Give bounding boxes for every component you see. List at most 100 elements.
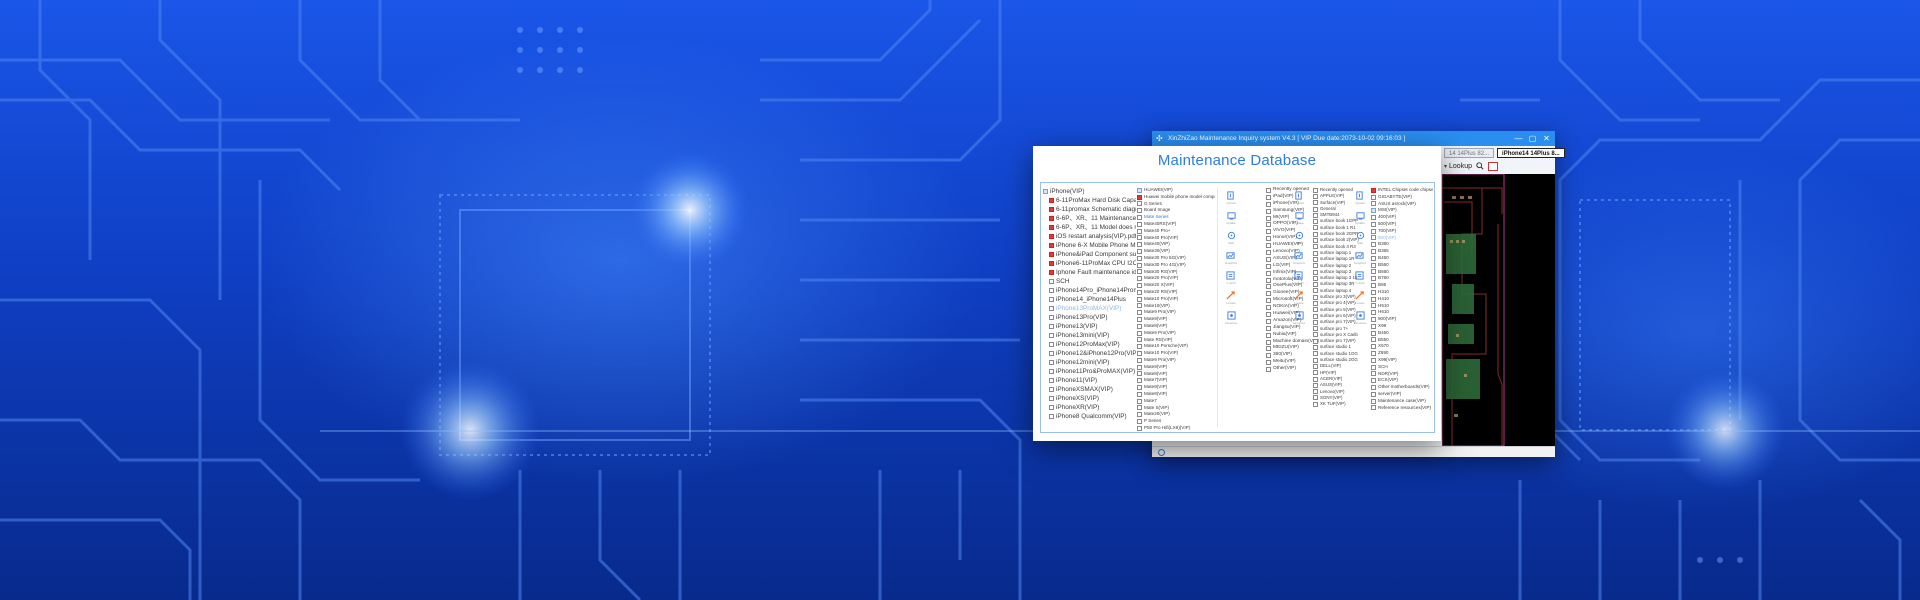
pcb-board-view[interactable] bbox=[1442, 174, 1555, 446]
tree-item[interactable]: Mate10 Pro(VIP) bbox=[1137, 350, 1215, 357]
sidebar-action-item[interactable]: Upload bbox=[1226, 191, 1236, 205]
tree-item[interactable]: B660 bbox=[1371, 269, 1433, 276]
tree-item[interactable]: 6-6P、XR、11 Maintenance of Scre bbox=[1043, 214, 1136, 223]
tree-item[interactable]: iPhone13Pro(VIP) bbox=[1043, 313, 1136, 322]
minimize-button[interactable]: — bbox=[1514, 134, 1523, 143]
tree-item[interactable]: B360 bbox=[1371, 241, 1433, 248]
tree-item[interactable]: X99 bbox=[1371, 323, 1433, 330]
tree-item[interactable]: Mate40RS(VIP) bbox=[1137, 221, 1215, 228]
tree-item[interactable]: Mate30 RS(VIP) bbox=[1137, 269, 1215, 276]
tree-item[interactable]: H610 bbox=[1371, 309, 1433, 316]
tree-item[interactable]: GIGABYTE(VIP) bbox=[1371, 194, 1433, 201]
tree-item[interactable]: Mate RS(VIP) bbox=[1137, 337, 1215, 344]
tree-item[interactable]: Mate Series bbox=[1137, 214, 1215, 221]
tree-item[interactable]: Mate20 RS(VIP) bbox=[1137, 289, 1215, 296]
tab-document-previous[interactable]: 14 14Plus 82... bbox=[1444, 148, 1495, 158]
tree-item[interactable]: B450 bbox=[1371, 330, 1433, 337]
tree-item[interactable]: Mate9(VIP) bbox=[1137, 364, 1215, 371]
sidebar-action-item[interactable]: Upload bbox=[1355, 191, 1365, 205]
close-button[interactable]: ✕ bbox=[1542, 134, 1551, 143]
tree-item[interactable]: iPhone12ProMax(VIP) bbox=[1043, 340, 1136, 349]
tree-item[interactable]: Mate9 Pro(VIP) bbox=[1137, 357, 1215, 364]
tree-item[interactable]: Mate20 Pro(VIP) bbox=[1137, 275, 1215, 282]
tree-item[interactable]: Mate30(VIP) bbox=[1137, 248, 1215, 255]
tree-item[interactable]: iPhone12mini(VIP) bbox=[1043, 358, 1136, 367]
tree-item[interactable]: iPhoneXSMAX(VIP) bbox=[1043, 385, 1136, 394]
tree-item[interactable]: Board Image bbox=[1137, 207, 1215, 214]
tree-item[interactable]: MSI(VIP) bbox=[1371, 207, 1433, 214]
tree-item[interactable]: Reference resources(VIP) bbox=[1371, 405, 1433, 412]
tree-item[interactable]: Mate20(VIP) bbox=[1137, 411, 1215, 418]
tree-item[interactable]: H510 bbox=[1371, 303, 1433, 310]
tree-item[interactable]: B560 bbox=[1371, 262, 1433, 269]
tree-item[interactable]: 800(VIP) bbox=[1371, 235, 1433, 242]
tree-item[interactable]: 500(VIP) bbox=[1371, 221, 1433, 228]
tree-item[interactable]: Mate10(VIP) bbox=[1137, 303, 1215, 310]
tree-item[interactable]: iPhone12&iPhone12Pro(VIP) bbox=[1043, 349, 1136, 358]
tree-item[interactable]: Mate8(VIP) bbox=[1137, 391, 1215, 398]
tree-item[interactable]: B760 bbox=[1371, 275, 1433, 282]
lookup-dropdown[interactable]: ▾ Lookup bbox=[1444, 163, 1472, 170]
tree-item[interactable]: H310 bbox=[1371, 289, 1433, 296]
tree-item[interactable]: iPhone11Pro&ProMAX(VIP) bbox=[1043, 367, 1136, 376]
tree-item[interactable]: P50 Pro Hifi(LX9)(VIP) bbox=[1137, 425, 1215, 432]
sidebar-action-item[interactable]: Mall bbox=[1227, 231, 1236, 245]
sidebar-action-item[interactable]: Locate bbox=[1226, 291, 1236, 305]
tree-item[interactable]: iPhoneXS(VIP) bbox=[1043, 394, 1136, 403]
tree-item[interactable]: 900(VIP) bbox=[1371, 316, 1433, 323]
sidebar-action-item[interactable]: Graphics bbox=[1225, 251, 1237, 265]
tree-item[interactable]: 400(VIP) bbox=[1371, 214, 1433, 221]
sidebar-action-item[interactable]: Update bbox=[1226, 211, 1236, 225]
tree-item[interactable]: H410 bbox=[1371, 296, 1433, 303]
tree-item[interactable]: B460 bbox=[1371, 255, 1433, 262]
sidebar-action-item[interactable]: Graphics bbox=[1354, 251, 1366, 265]
tree-item[interactable]: 6-11ProMax Hard Disk Capacity tab bbox=[1043, 196, 1136, 205]
tree-item[interactable]: X570 bbox=[1371, 343, 1433, 350]
sidebar-action-item[interactable]: Graphics bbox=[1293, 251, 1305, 265]
tree-item[interactable]: Mate10 Porsche(VIP) bbox=[1137, 343, 1215, 350]
tree-item[interactable]: Mate7 bbox=[1137, 398, 1215, 405]
maximize-button[interactable]: ▢ bbox=[1528, 134, 1537, 143]
tree-item[interactable]: Mate10 Pro(VIP) bbox=[1137, 296, 1215, 303]
tree-item[interactable]: 700(VIP) bbox=[1371, 228, 1433, 235]
tree-item[interactable]: SCH bbox=[1371, 364, 1433, 371]
sidebar-action-item[interactable]: Favorites bbox=[1225, 311, 1237, 325]
tree-item[interactable]: ASUS asrock(VIP) bbox=[1371, 201, 1433, 208]
tree-item[interactable]: Mate20 X(VIP) bbox=[1137, 282, 1215, 289]
tree-item[interactable]: iPhone11(VIP) bbox=[1043, 376, 1136, 385]
tree-item[interactable]: Mate9(VIP) bbox=[1137, 384, 1215, 391]
tree-item[interactable]: SCH bbox=[1043, 277, 1136, 286]
tree-item[interactable]: P Series bbox=[1137, 418, 1215, 425]
tree-item[interactable]: HUAWEI(VIP) bbox=[1137, 187, 1215, 194]
tree-item[interactable]: iPhone14Pro_iPhone14Promax bbox=[1043, 286, 1136, 295]
tree-item[interactable]: 6-6P、XR、11 Model does not show bbox=[1043, 223, 1136, 232]
tree-item[interactable]: iPhone13mini(VIP) bbox=[1043, 331, 1136, 340]
sidebar-action-item[interactable]: Mall bbox=[1356, 231, 1365, 245]
tree-item[interactable]: Mate9(VIP) bbox=[1137, 316, 1215, 323]
tree-item[interactable]: Z690 bbox=[1371, 350, 1433, 357]
tree-item[interactable]: Mate9 Pro(VIP) bbox=[1137, 309, 1215, 316]
tree-item[interactable]: Mate30 Pro 4G(VIP) bbox=[1137, 262, 1215, 269]
tree-item[interactable]: Mate40(VIP) bbox=[1137, 241, 1215, 248]
sidebar-action-item[interactable]: C.Auth bbox=[1226, 271, 1236, 285]
tree-item[interactable]: iPhoneXR(VIP) bbox=[1043, 403, 1136, 412]
tree-item[interactable]: iPhone8 Qualcomm(VIP) bbox=[1043, 412, 1136, 421]
tree-item[interactable]: iPhone 6-X Mobile Phone Mainten bbox=[1043, 241, 1136, 250]
tree-item[interactable]: B85 bbox=[1371, 282, 1433, 289]
tree-item[interactable]: ECS(VIP) bbox=[1371, 377, 1433, 384]
tree-item[interactable]: Iphone Fault maintenance idea(VIP bbox=[1043, 268, 1136, 277]
sidebar-action-item[interactable]: Upload bbox=[1294, 191, 1304, 205]
tree-item[interactable]: Mate30 Pro 5G(VIP) bbox=[1137, 255, 1215, 262]
sidebar-action-item[interactable]: Update bbox=[1294, 211, 1304, 225]
tree-item[interactable]: Mate40 Pro(VIP) bbox=[1137, 235, 1215, 242]
tree-item[interactable]: NDR(VIP) bbox=[1371, 371, 1433, 378]
tree-item[interactable]: Maintenance case(VIP) bbox=[1371, 398, 1433, 405]
sidebar-action-item[interactable]: Favorites bbox=[1293, 311, 1305, 325]
sidebar-action-item[interactable]: Locate bbox=[1294, 291, 1304, 305]
tree-item[interactable]: 6-11promax Schematic diagram of bbox=[1043, 205, 1136, 214]
tree-item[interactable]: iPhone&iPad Component substituti bbox=[1043, 250, 1136, 259]
tree-item[interactable]: Mate40 Pro+ bbox=[1137, 228, 1215, 235]
tree-item[interactable]: iOS restart analysis(VIP).pdf bbox=[1043, 232, 1136, 241]
tree-item[interactable]: Other motherboards(VIP) bbox=[1371, 384, 1433, 391]
tree-item[interactable]: Mate S(VIP) bbox=[1137, 405, 1215, 412]
